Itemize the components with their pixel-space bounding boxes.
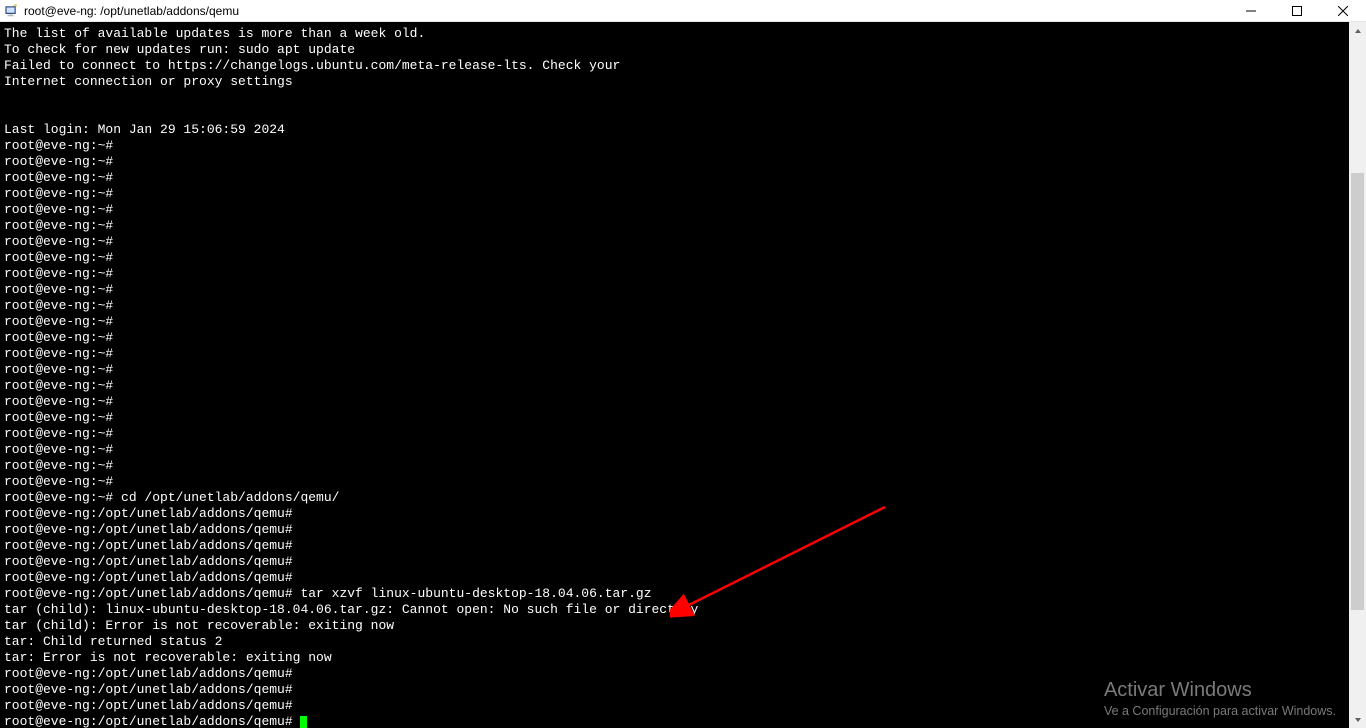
terminal-line: Failed to connect to https://changelogs.… (4, 58, 1349, 74)
terminal-line: root@eve-ng:/opt/unetlab/addons/qemu# ta… (4, 586, 1349, 602)
scroll-up-button[interactable] (1349, 22, 1366, 39)
scroll-down-button[interactable] (1349, 711, 1366, 728)
terminal-line: root@eve-ng:~# (4, 330, 1349, 346)
terminal-line: root@eve-ng:~# (4, 442, 1349, 458)
terminal-line: root@eve-ng:~# (4, 250, 1349, 266)
close-button[interactable] (1320, 0, 1366, 21)
terminal-line: root@eve-ng:/opt/unetlab/addons/qemu# (4, 682, 1349, 698)
terminal-line: root@eve-ng:~# (4, 234, 1349, 250)
terminal-line: tar (child): Error is not recoverable: e… (4, 618, 1349, 634)
terminal-line: root@eve-ng:~# (4, 154, 1349, 170)
terminal-line: root@eve-ng:/opt/unetlab/addons/qemu# (4, 554, 1349, 570)
terminal-line: root@eve-ng:~# (4, 426, 1349, 442)
terminal-line: root@eve-ng:~# (4, 218, 1349, 234)
putty-icon (0, 4, 22, 18)
window-controls (1228, 0, 1366, 21)
terminal-line: root@eve-ng:~# (4, 346, 1349, 362)
terminal-line: root@eve-ng:~# (4, 394, 1349, 410)
scroll-thumb[interactable] (1351, 173, 1364, 610)
terminal-line: root@eve-ng:/opt/unetlab/addons/qemu# (4, 570, 1349, 586)
terminal-line: Last login: Mon Jan 29 15:06:59 2024 (4, 122, 1349, 138)
terminal-line: The list of available updates is more th… (4, 26, 1349, 42)
terminal-line: tar: Child returned status 2 (4, 634, 1349, 650)
terminal-line: root@eve-ng:/opt/unetlab/addons/qemu# (4, 522, 1349, 538)
terminal-line: To check for new updates run: sudo apt u… (4, 42, 1349, 58)
maximize-button[interactable] (1274, 0, 1320, 21)
terminal-line: root@eve-ng:/opt/unetlab/addons/qemu# (4, 506, 1349, 522)
terminal-line: root@eve-ng:/opt/unetlab/addons/qemu# (4, 538, 1349, 554)
minimize-button[interactable] (1228, 0, 1274, 21)
terminal-active-line[interactable]: root@eve-ng:/opt/unetlab/addons/qemu# (4, 714, 1349, 728)
terminal-line (4, 90, 1349, 106)
terminal-prompt: root@eve-ng:/opt/unetlab/addons/qemu# (4, 714, 300, 728)
terminal-line: root@eve-ng:~# (4, 378, 1349, 394)
terminal-line: root@eve-ng:~# (4, 314, 1349, 330)
terminal-line: root@eve-ng:~# (4, 266, 1349, 282)
terminal-line (4, 106, 1349, 122)
terminal-line: tar (child): linux-ubuntu-desktop-18.04.… (4, 602, 1349, 618)
terminal-line: root@eve-ng:~# (4, 282, 1349, 298)
terminal-line: root@eve-ng:~# (4, 298, 1349, 314)
terminal-line: root@eve-ng:~# (4, 202, 1349, 218)
terminal-output[interactable]: The list of available updates is more th… (0, 22, 1349, 728)
terminal-line: root@eve-ng:/opt/unetlab/addons/qemu# (4, 698, 1349, 714)
terminal-line: tar: Error is not recoverable: exiting n… (4, 650, 1349, 666)
terminal-line: root@eve-ng:~# (4, 362, 1349, 378)
scroll-track[interactable] (1349, 39, 1366, 711)
terminal-cursor (300, 716, 307, 728)
terminal-line: root@eve-ng:~# (4, 410, 1349, 426)
terminal-line: Internet connection or proxy settings (4, 74, 1349, 90)
putty-window: root@eve-ng: /opt/unetlab/addons/qemu Th… (0, 0, 1366, 728)
terminal-line: root@eve-ng:/opt/unetlab/addons/qemu# (4, 666, 1349, 682)
terminal-line: root@eve-ng:~# (4, 458, 1349, 474)
window-title: root@eve-ng: /opt/unetlab/addons/qemu (22, 4, 1228, 18)
terminal-line: root@eve-ng:~# (4, 186, 1349, 202)
vertical-scrollbar[interactable] (1349, 22, 1366, 728)
terminal-line: root@eve-ng:~# (4, 170, 1349, 186)
terminal-area[interactable]: The list of available updates is more th… (0, 22, 1366, 728)
terminal-line: root@eve-ng:~# (4, 474, 1349, 490)
titlebar[interactable]: root@eve-ng: /opt/unetlab/addons/qemu (0, 0, 1366, 22)
terminal-line: root@eve-ng:~# cd /opt/unetlab/addons/qe… (4, 490, 1349, 506)
terminal-line: root@eve-ng:~# (4, 138, 1349, 154)
